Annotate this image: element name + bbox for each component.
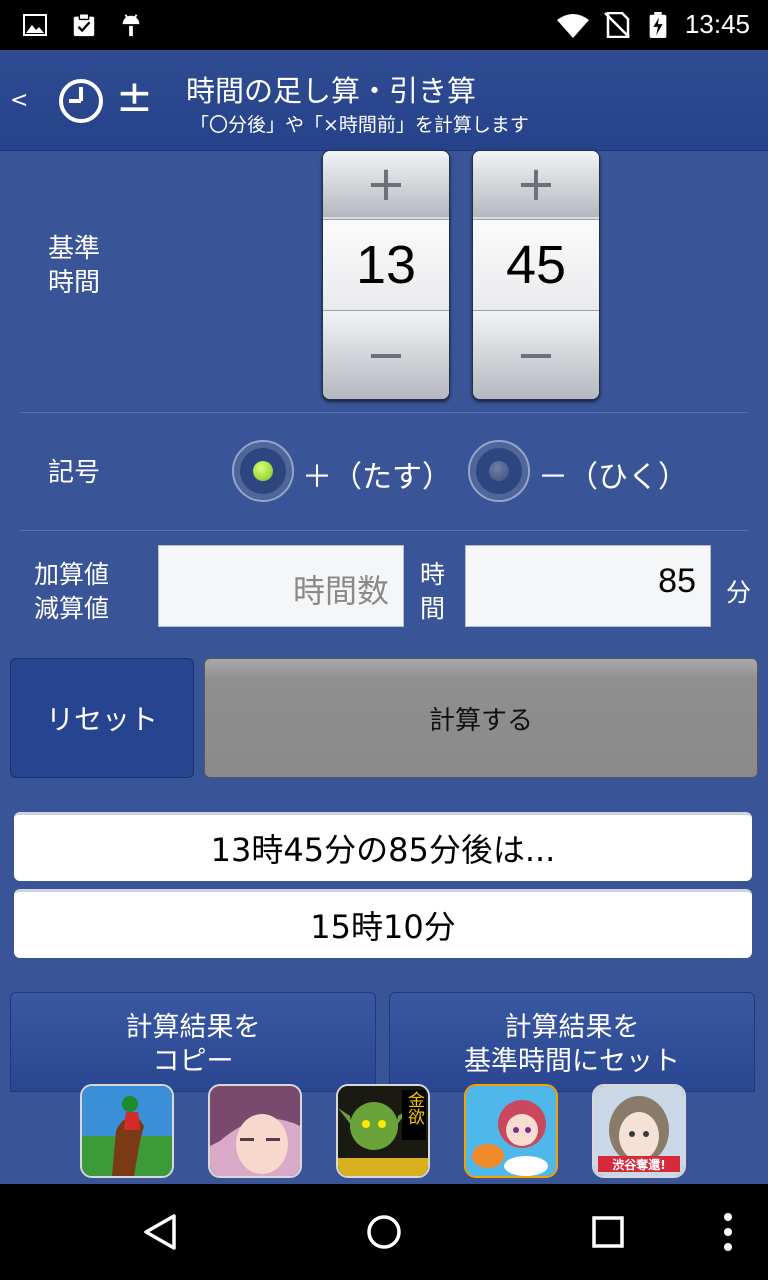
radio-selected-dot xyxy=(253,461,273,481)
minute-spinner: + 45 − xyxy=(472,150,600,400)
status-bar: 13:45 xyxy=(0,0,768,50)
radio-minus-label[interactable]: －（ひく） xyxy=(538,452,688,496)
clipboard-check-icon xyxy=(73,13,95,37)
image-icon xyxy=(23,14,47,36)
set-base-time-button[interactable]: 計算結果を 基準時間にセット xyxy=(389,992,755,1092)
divider xyxy=(20,412,748,413)
app-bar: < ± 時間の足し算・引き算 「〇分後」や「×時間前」を計算します xyxy=(0,50,768,151)
recents-nav-icon[interactable] xyxy=(590,1214,626,1250)
radio-unselected-dot xyxy=(489,461,509,481)
divider xyxy=(20,530,748,531)
base-time-label: 基準 時間 xyxy=(48,234,101,298)
hours-unit-label: 時 間 xyxy=(420,560,446,623)
ad-horse-racing-game[interactable] xyxy=(80,1084,174,1178)
plus-minus-icon: ± xyxy=(116,71,153,122)
status-time: 13:45 xyxy=(684,9,750,39)
minutes-input-value: 85 xyxy=(658,562,696,600)
girl-character-icon: 渋谷奪還! xyxy=(594,1086,684,1176)
minute-decrement-button[interactable]: − xyxy=(473,311,599,399)
ad-anime-game[interactable] xyxy=(208,1084,302,1178)
clock-icon xyxy=(59,79,103,123)
horse-racing-icon xyxy=(82,1086,172,1176)
hour-decrement-button[interactable]: − xyxy=(323,311,449,399)
radio-minus[interactable] xyxy=(468,440,530,502)
ad-cute-character-game[interactable] xyxy=(464,1084,558,1178)
no-sim-icon xyxy=(604,12,630,38)
hours-input[interactable]: 時間数 xyxy=(158,545,404,627)
ad-goblin-game[interactable]: 金欲 xyxy=(336,1084,430,1178)
cute-character-icon xyxy=(466,1086,556,1176)
android-icon xyxy=(122,14,140,37)
minute-value[interactable]: 45 xyxy=(473,219,599,311)
navigation-bar xyxy=(0,1184,768,1280)
anime-character-icon xyxy=(210,1086,300,1176)
calculate-button[interactable]: 計算する xyxy=(204,658,758,778)
result-value: 15時10分 xyxy=(14,889,752,958)
goblin-icon: 金欲 xyxy=(338,1086,428,1176)
wifi-icon xyxy=(557,14,589,38)
page-subtitle: 「〇分後」や「×時間前」を計算します xyxy=(190,114,529,136)
home-nav-icon[interactable] xyxy=(364,1212,404,1252)
minutes-unit-label: 分 xyxy=(726,578,752,607)
result-description: 13時45分の85分後は... xyxy=(14,812,752,881)
battery-charging-icon xyxy=(649,12,667,38)
reset-button[interactable]: リセット xyxy=(10,658,194,778)
hours-input-placeholder: 時間数 xyxy=(292,572,389,610)
amount-label: 加算値 減算値 xyxy=(34,560,110,623)
hour-spinner: + 13 − xyxy=(322,150,450,400)
ad-shibuya-game[interactable]: 渋谷奪還! xyxy=(592,1084,686,1178)
back-nav-icon[interactable] xyxy=(140,1212,180,1252)
copy-result-button[interactable]: 計算結果を コピー xyxy=(10,992,376,1092)
hour-value[interactable]: 13 xyxy=(323,219,449,311)
back-button[interactable]: < xyxy=(10,88,28,113)
minutes-input[interactable]: 85 xyxy=(465,545,711,627)
ad-badge-text: 渋谷奪還! xyxy=(612,1157,665,1172)
radio-plus-label[interactable]: ＋（たす） xyxy=(302,452,452,496)
minute-increment-button[interactable]: + xyxy=(473,151,599,217)
radio-plus[interactable] xyxy=(232,440,294,502)
sign-label: 記号 xyxy=(48,458,101,488)
hour-increment-button[interactable]: + xyxy=(323,151,449,217)
more-options-icon[interactable] xyxy=(720,1212,736,1252)
page-title: 時間の足し算・引き算 xyxy=(186,74,477,108)
ad-badge-text: 金欲 xyxy=(404,1091,425,1125)
